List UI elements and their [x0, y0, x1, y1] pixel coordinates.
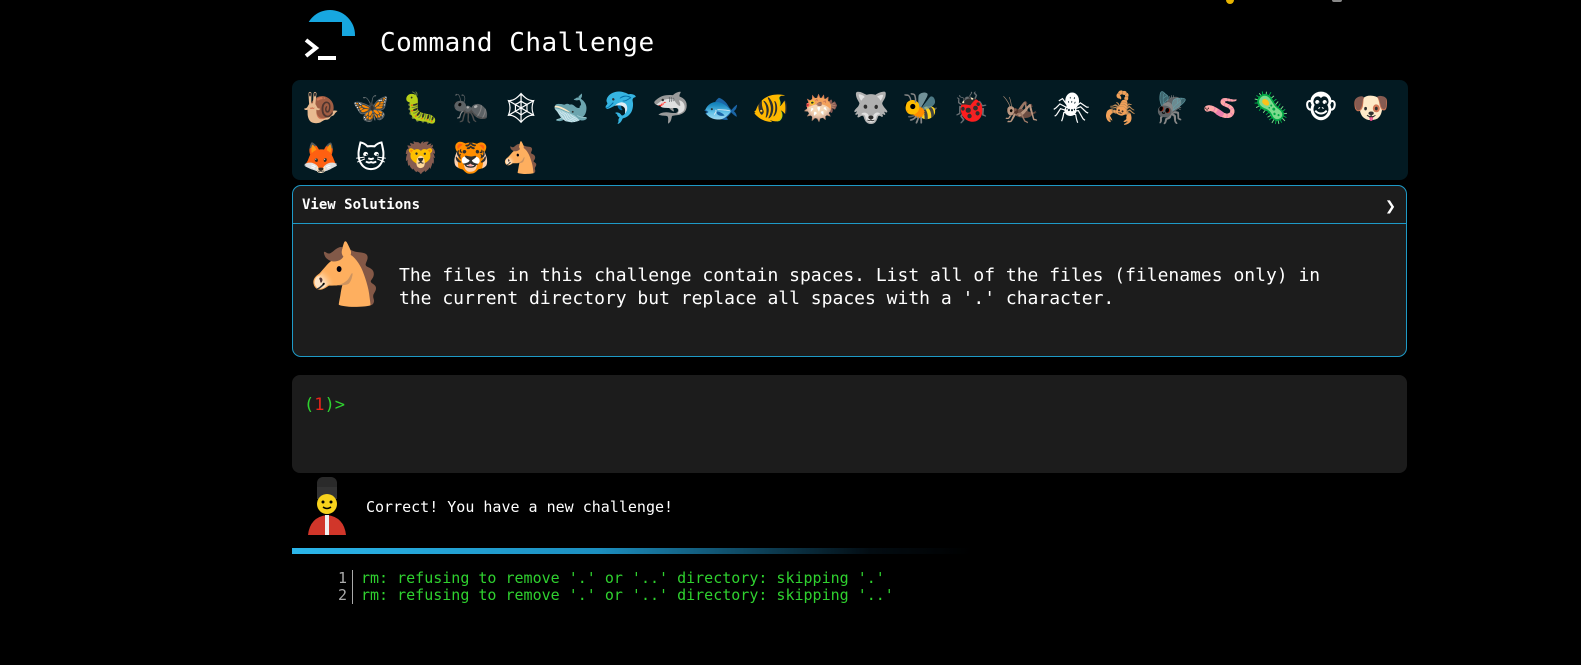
lion-icon[interactable]: 🦁: [396, 133, 446, 183]
feedback-row: Correct! You have a new challenge!: [300, 477, 673, 537]
line-text: rm: refusing to remove '.' or '..' direc…: [361, 569, 885, 587]
top-marker-decoration: [1226, 0, 1234, 4]
challenge-panel: View Solutions ❯ 🐴 The files in this cha…: [292, 185, 1407, 357]
challenge-body: 🐴 The files in this challenge contain sp…: [293, 224, 1406, 314]
dog-icon[interactable]: 🐶: [1346, 83, 1396, 133]
horse-icon: 🐴: [307, 239, 383, 310]
view-solutions-label: View Solutions: [302, 196, 421, 213]
dolphin-icon[interactable]: 🐬: [596, 83, 646, 133]
prompt-open-paren: (: [304, 395, 315, 415]
whale-icon[interactable]: 🐋: [546, 83, 596, 133]
terminal-input[interactable]: (1)>: [292, 375, 1407, 473]
prompt-number: 1: [314, 395, 325, 415]
tiger-icon[interactable]: 🐯: [446, 133, 496, 183]
chevron-right-icon[interactable]: ❯: [1385, 196, 1396, 217]
tropical-fish-icon[interactable]: 🐠: [746, 83, 796, 133]
bee-icon[interactable]: 🐝: [896, 83, 946, 133]
cricket-icon[interactable]: 🦗: [996, 83, 1046, 133]
prompt-close: )>: [324, 395, 345, 415]
blowfish-icon[interactable]: 🐡: [796, 83, 846, 133]
snail-icon[interactable]: 🐌: [296, 83, 346, 133]
line-text: rm: refusing to remove '.' or '..' direc…: [361, 586, 894, 604]
worm-icon[interactable]: 🪱: [1196, 83, 1246, 133]
challenge-description: The files in this challenge contain spac…: [399, 265, 1321, 309]
page-title: Command Challenge: [380, 28, 655, 58]
ant-icon[interactable]: 🐜: [446, 83, 496, 133]
output-line: 2 rm: refusing to remove '.' or '..' dire…: [330, 587, 894, 604]
output-line: 1 rm: refusing to remove '.' or '..' dire…: [330, 570, 894, 587]
top-marker-decoration-2: [1332, 0, 1342, 2]
badge-grid: 🐌 🦋 🐛 🐜 🕸 🐋 🐬 🦈 🐟 🐠 🐡 🐺 🐝 🐞 🦗 🕷 🦂 🪰 🪱 🦠 🐵 🐶 🦊 🐱 🦁 🐯 🐴: [292, 80, 1408, 180]
line-number: 2: [330, 587, 353, 604]
shark-icon[interactable]: 🦈: [646, 83, 696, 133]
header: Command Challenge: [300, 18, 655, 68]
progress-bar: [292, 548, 972, 554]
spider-icon[interactable]: 🕷: [1046, 83, 1096, 133]
wolf-icon[interactable]: 🐺: [846, 83, 896, 133]
view-solutions-toggle[interactable]: View Solutions ❯: [293, 186, 1406, 224]
ladybug-icon[interactable]: 🐞: [946, 83, 996, 133]
page: Command Challenge 🐌 🦋 🐛 🐜 🕸 🐋 🐬 🦈 🐟 🐠 🐡 🐺 🐝 🐞 🦗 🕷 🦂 🪰 🪱 🦠 🐵 🐶…: [0, 0, 1581, 665]
horse-icon[interactable]: 🐴: [496, 133, 546, 183]
terminal-logo-icon[interactable]: [300, 22, 342, 64]
microbe-icon[interactable]: 🦠: [1246, 83, 1296, 133]
scorpion-icon[interactable]: 🦂: [1096, 83, 1146, 133]
line-number: 1: [330, 570, 353, 587]
cat-icon[interactable]: 🐱: [346, 133, 396, 183]
guard-icon: [300, 477, 354, 537]
fish-icon[interactable]: 🐟: [696, 83, 746, 133]
command-output: 1 rm: refusing to remove '.' or '..' dire…: [330, 570, 894, 604]
caterpillar-icon[interactable]: 🐛: [396, 83, 446, 133]
fly-icon[interactable]: 🪰: [1146, 83, 1196, 133]
butterfly-icon[interactable]: 🦋: [346, 83, 396, 133]
fox-icon[interactable]: 🦊: [296, 133, 346, 183]
feedback-message: Correct! You have a new challenge!: [366, 498, 674, 516]
monkey-icon[interactable]: 🐵: [1296, 83, 1346, 133]
spider-web-icon[interactable]: 🕸: [496, 83, 546, 133]
